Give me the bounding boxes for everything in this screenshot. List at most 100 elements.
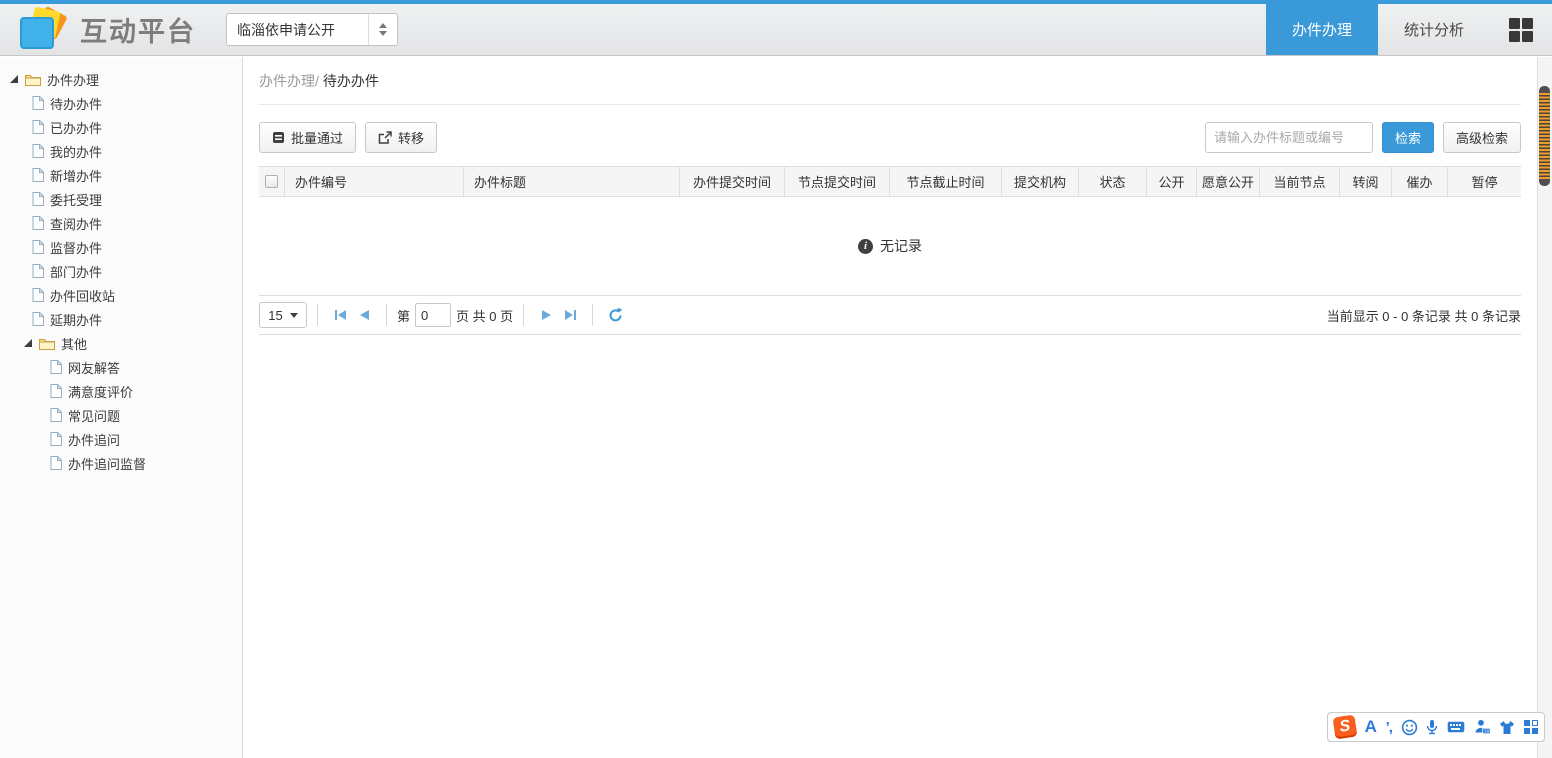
sogou-logo-icon[interactable]: S [1333,715,1358,740]
column-header-case-number[interactable]: 办件编号 [284,167,463,196]
file-icon [32,312,44,326]
column-header-urge[interactable]: 催办 [1391,167,1447,196]
sidebar-item-review-cases[interactable]: 查阅办件 [0,211,242,235]
file-icon [50,408,62,422]
tree-label: 网友解答 [68,358,120,377]
file-icon [50,432,62,446]
apps-grid-icon [1509,18,1533,42]
keyboard-icon[interactable] [1447,721,1465,733]
sidebar-item-new-case[interactable]: 新增办件 [0,163,242,187]
scrollbar-track[interactable] [1537,57,1552,758]
app-logo-icon [18,9,66,51]
sidebar-item-department-cases[interactable]: 部门办件 [0,259,242,283]
sidebar-item-my-cases[interactable]: 我的办件 [0,139,242,163]
column-header-pause[interactable]: 暂停 [1447,167,1521,196]
file-icon [32,144,44,158]
site-select[interactable]: 临淄依申请公开 [226,13,398,46]
page-label-total: 页 共 0 页 [456,306,513,325]
emoji-icon[interactable] [1401,719,1418,736]
sidebar-item-faq[interactable]: 常见问题 [0,403,242,427]
sidebar-tree: 办件办理 待办办件 已办办件 我的办件 新增办件 委托受理 查阅办件 监督办件 … [0,57,243,758]
app-header: 互动平台 临淄依申请公开 办件办理 统计分析 [0,4,1552,56]
sidebar-item-case-followup-supervision[interactable]: 办件追问监督 [0,451,242,475]
sidebar-item-supervise-cases[interactable]: 监督办件 [0,235,242,259]
search-input[interactable] [1205,122,1373,153]
breadcrumb-divider [259,104,1521,105]
caret-expanded-icon[interactable] [24,339,32,347]
column-header-forward-read[interactable]: 转阅 [1339,167,1391,196]
caret-expanded-icon[interactable] [10,75,18,83]
last-page-icon [565,310,576,320]
account-icon[interactable]: 19 [1474,719,1491,735]
page-size-select[interactable]: 15 [259,302,307,328]
sidebar-item-case-followup[interactable]: 办件追问 [0,427,242,451]
tab-case-handling[interactable]: 办件办理 [1266,4,1378,55]
breadcrumb-section[interactable]: 办件办理/ [259,73,319,89]
folder-icon [39,337,55,350]
transfer-button[interactable]: 转移 [365,122,437,153]
select-all-checkbox[interactable] [265,175,278,188]
file-icon [32,288,44,302]
page-label-prefix: 第 [397,306,410,325]
column-header-case-title[interactable]: 办件标题 [463,167,679,196]
empty-state: i 无记录 [259,197,1521,295]
tree-folder-others[interactable]: 其他 [0,331,242,355]
sidebar-item-delayed-cases[interactable]: 延期办件 [0,307,242,331]
spinner-arrows-icon [368,14,397,45]
file-icon [32,120,44,134]
tree-label: 监督办件 [50,238,102,257]
info-icon: i [858,239,873,254]
sidebar-item-netizen-answers[interactable]: 网友解答 [0,355,242,379]
tree-label: 办件追问监督 [68,454,146,473]
column-header-current-node[interactable]: 当前节点 [1259,167,1339,196]
column-header-node-submit-time[interactable]: 节点提交时间 [784,167,889,196]
tree-label: 我的办件 [50,142,102,161]
tab-statistics[interactable]: 统计分析 [1378,4,1490,55]
search-button[interactable]: 检索 [1382,122,1434,153]
column-header-status[interactable]: 状态 [1078,167,1146,196]
column-header-willing-public[interactable]: 愿意公开 [1196,167,1259,196]
input-mode-icon[interactable]: A [1365,717,1377,737]
scrollbar-thumb[interactable] [1539,86,1550,186]
tree-folder-case-handling[interactable]: 办件办理 [0,67,242,91]
column-header-node-deadline[interactable]: 节点截止时间 [889,167,1001,196]
refresh-button[interactable] [603,303,627,327]
toolbar: 批量通过 转移 检索 高级检索 [259,122,1521,153]
first-page-icon [335,310,346,320]
sidebar-item-pending-cases[interactable]: 待办办件 [0,91,242,115]
empty-text: 无记录 [880,236,922,256]
breadcrumb: 办件办理/待办办件 [259,71,1521,91]
toolbox-icon[interactable] [1524,720,1538,734]
sidebar-item-recycle-bin[interactable]: 办件回收站 [0,283,242,307]
tree-label: 待办办件 [50,94,102,113]
column-header-case-submit-time[interactable]: 办件提交时间 [679,167,784,196]
folder-icon [25,73,41,86]
next-page-icon [542,310,551,320]
prev-page-button[interactable] [352,303,376,327]
next-page-button[interactable] [534,303,558,327]
file-icon [32,216,44,230]
sidebar-item-entrusted-acceptance[interactable]: 委托受理 [0,187,242,211]
column-header-submit-org[interactable]: 提交机构 [1001,167,1078,196]
apps-grid-button[interactable] [1490,4,1552,55]
first-page-button[interactable] [328,303,352,327]
batch-approve-button[interactable]: 批量通过 [259,122,356,153]
punctuation-icon[interactable]: ’, [1386,719,1392,736]
column-header-public[interactable]: 公开 [1146,167,1196,196]
sidebar-item-satisfaction-rating[interactable]: 满意度评价 [0,379,242,403]
last-page-button[interactable] [558,303,582,327]
page-size-value: 15 [268,308,282,323]
page-number-input[interactable] [415,303,451,327]
batch-approve-icon [272,131,285,144]
ime-toolbar: S A ’, 19 [1327,712,1545,742]
prev-page-icon [360,310,369,320]
tree-label: 委托受理 [50,190,102,209]
microphone-icon[interactable] [1426,719,1438,735]
skin-icon[interactable] [1499,720,1515,735]
advanced-search-button[interactable]: 高级检索 [1443,122,1521,153]
transfer-label: 转移 [398,128,424,147]
sidebar-item-done-cases[interactable]: 已办办件 [0,115,242,139]
transfer-icon [378,131,392,144]
file-icon [32,240,44,254]
file-icon [32,264,44,278]
